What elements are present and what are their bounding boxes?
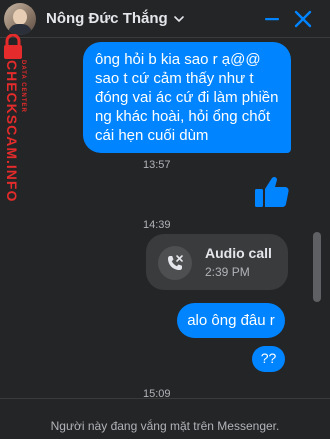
watermark-sub: DATA CENTER [20, 60, 26, 113]
timestamp: 14:39 [143, 219, 171, 231]
contact-avatar[interactable] [4, 3, 36, 35]
chevron-down-icon [173, 15, 184, 22]
call-time: 2:39 PM [205, 265, 250, 279]
away-status-text: Người này đang vắng mặt trên Messenger. [50, 419, 280, 433]
message-bubble[interactable]: alo ông đâu r [177, 303, 285, 338]
chat-header: Nông Đức Thắng [0, 0, 330, 38]
avatar-face [13, 9, 27, 25]
watermark-lock-icon [4, 34, 22, 59]
timestamp: 13:57 [143, 159, 171, 171]
missed-call-icon [168, 255, 183, 270]
chat-footer: Người này đang vắng mặt trên Messenger. [0, 398, 330, 439]
close-icon[interactable] [293, 9, 313, 29]
message-bubble[interactable]: ?? [252, 346, 285, 372]
thumbs-up-icon[interactable] [252, 173, 290, 211]
call-title: Audio call [205, 245, 272, 261]
minimize-icon[interactable] [262, 9, 282, 29]
scrollbar-thumb[interactable] [313, 232, 321, 302]
message-bubble[interactable]: ông hỏi b kia sao r ạ@@ sao t cứ cảm thấ… [83, 42, 291, 153]
contact-name: Nông Đức Thắng [46, 10, 168, 27]
contact-name-button[interactable]: Nông Đức Thắng [46, 10, 185, 27]
watermark-brand: CHECKSCAM.INFO [4, 60, 20, 203]
missed-call-icon-circle [158, 246, 192, 280]
audio-call-card[interactable]: Audio call 2:39 PM [146, 234, 288, 290]
